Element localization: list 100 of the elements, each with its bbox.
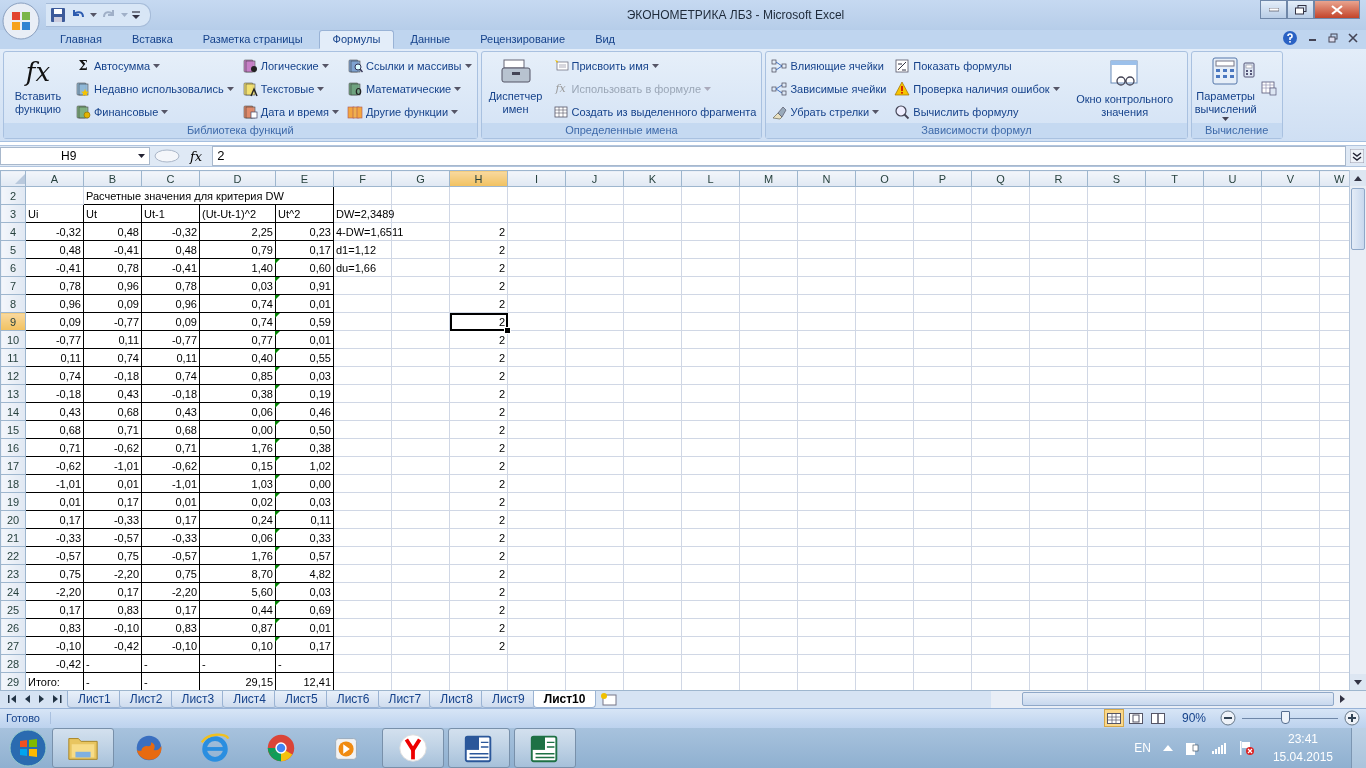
- column-header[interactable]: Q: [971, 170, 1030, 187]
- column-header[interactable]: G: [391, 170, 450, 187]
- sheet-tab[interactable]: Лист5: [274, 691, 329, 708]
- column-header[interactable]: M: [739, 170, 798, 187]
- formula-field[interactable]: 2: [212, 146, 1346, 167]
- maximize-button[interactable]: [1287, 0, 1314, 19]
- ribbon-button[interactable]: Текстовые: [239, 79, 341, 98]
- scroll-down-icon[interactable]: [1354, 679, 1362, 685]
- column-header[interactable]: S: [1087, 170, 1146, 187]
- column-header[interactable]: A: [25, 170, 84, 187]
- next-sheet-icon[interactable]: [39, 695, 45, 704]
- scroll-right-icon[interactable]: [1340, 695, 1346, 704]
- sheet-tab[interactable]: Лист4: [222, 691, 277, 708]
- column-header[interactable]: E: [275, 170, 334, 187]
- table-cell-text: -: [144, 674, 148, 690]
- ribbon-button[interactable]: Зависимые ячейки: [769, 79, 889, 98]
- column-header[interactable]: D: [199, 170, 276, 187]
- horizontal-scrollbar[interactable]: [991, 691, 1366, 708]
- column-header[interactable]: I: [507, 170, 566, 187]
- restore-icon[interactable]: [1328, 33, 1338, 43]
- ribbon-tab[interactable]: Рецензирование: [466, 30, 580, 49]
- close-button[interactable]: [1314, 0, 1360, 19]
- caret-icon[interactable]: [90, 12, 97, 18]
- fill-handle[interactable]: [504, 326, 511, 334]
- ribbon-button[interactable]: Другие функции: [344, 102, 474, 121]
- column-header[interactable]: B: [83, 170, 142, 187]
- taskbar-app[interactable]: [448, 728, 510, 768]
- sheet-tab[interactable]: Лист1: [67, 691, 122, 708]
- ribbon-tab[interactable]: Главная: [46, 30, 116, 49]
- ribbon-button[interactable]: Дата и время: [239, 102, 341, 121]
- last-sheet-icon[interactable]: [53, 695, 62, 704]
- sheet-tab[interactable]: Лист10: [532, 691, 597, 708]
- group-label: Зависимости формул: [766, 123, 1187, 138]
- ribbon-button[interactable]: Вычислить формулу: [892, 102, 1062, 121]
- ribbon-tab[interactable]: Данные: [396, 30, 465, 49]
- ribbon-button[interactable]: Проверка наличия ошибок: [892, 79, 1062, 98]
- column-header[interactable]: P: [913, 170, 972, 187]
- zoom-in-icon[interactable]: [1344, 710, 1360, 727]
- ribbon-button[interactable]: Диспетчер имен: [484, 54, 547, 123]
- ribbon-button[interactable]: fx Вставить функцию: [7, 54, 69, 123]
- taskbar-app[interactable]: [514, 728, 576, 768]
- flag-error-icon[interactable]: [1238, 740, 1255, 756]
- ribbon-button[interactable]: Присвоить имя: [550, 56, 759, 75]
- power-plug-icon[interactable]: [1184, 740, 1199, 756]
- ribbon-button[interactable]: Убрать стрелки: [769, 102, 889, 121]
- zoom-out-icon[interactable]: [1220, 710, 1236, 727]
- scroll-thumb[interactable]: [1022, 692, 1334, 707]
- zoom-level[interactable]: 90%: [1173, 711, 1214, 726]
- ribbon-button[interactable]: Логические: [239, 56, 341, 75]
- table-cell-text: Ut-1: [144, 206, 165, 222]
- sheet-tab[interactable]: Лист2: [118, 691, 174, 708]
- first-sheet-icon[interactable]: [8, 695, 17, 704]
- ribbon-button[interactable]: Влияющие ячейки: [769, 56, 889, 75]
- column-header[interactable]: F: [333, 170, 392, 187]
- ribbon-tab[interactable]: Формулы: [318, 30, 395, 49]
- column-header[interactable]: J: [565, 170, 624, 187]
- ribbon-button[interactable]: Математические: [344, 79, 474, 98]
- taskbar-app[interactable]: [382, 728, 444, 768]
- column-header[interactable]: T: [1145, 170, 1204, 187]
- scroll-thumb[interactable]: [1351, 188, 1365, 251]
- name-box[interactable]: H9: [0, 147, 150, 166]
- table-cell-text: -0,33: [55, 530, 81, 546]
- customize-icon[interactable]: [132, 11, 140, 19]
- table-cell-text: 0,02: [251, 494, 273, 510]
- column-header[interactable]: R: [1029, 170, 1088, 187]
- column-header[interactable]: O: [855, 170, 914, 187]
- insert-function-button[interactable]: fx: [184, 148, 209, 164]
- scroll-up-icon[interactable]: [1354, 175, 1362, 181]
- ribbon-button[interactable]: Ссылки и массивы: [344, 56, 474, 75]
- column-header[interactable]: U: [1203, 170, 1262, 187]
- normal-view-button[interactable]: [1103, 709, 1124, 728]
- close-icon[interactable]: [1348, 33, 1358, 43]
- ribbon-button[interactable]: Σ Автосумма: [73, 56, 236, 75]
- ribbon-tab[interactable]: Вид: [581, 30, 630, 49]
- sheet-tab[interactable]: Лист6: [325, 691, 381, 708]
- expand-icon[interactable]: [1350, 149, 1364, 164]
- column-header[interactable]: K: [623, 170, 682, 187]
- ribbon-tab[interactable]: Разметка страницы: [188, 30, 317, 49]
- column-header[interactable]: W: [1319, 170, 1349, 187]
- sheet-tab[interactable]: Лист9: [481, 691, 536, 708]
- save-icon[interactable]: [50, 7, 66, 23]
- table-cell-text: Итого:: [28, 674, 60, 690]
- table-cell-text: 0,19: [309, 386, 331, 402]
- ribbon-button[interactable]: Окно контрольного значения: [1065, 54, 1184, 123]
- zoom-slider-thumb[interactable]: [1281, 710, 1291, 724]
- ribbon-button[interactable]: Создать из выделенного фрагмента: [550, 102, 759, 121]
- column-header[interactable]: V: [1261, 170, 1320, 187]
- column-header[interactable]: L: [681, 170, 740, 187]
- ribbon-button[interactable]: Финансовые: [73, 102, 236, 121]
- ribbon-button[interactable]: Недавно использовались: [73, 79, 236, 98]
- column-header[interactable]: C: [141, 170, 200, 187]
- help-icon[interactable]: [1282, 30, 1298, 46]
- previous-sheet-icon[interactable]: [25, 695, 31, 704]
- column-header[interactable]: N: [797, 170, 856, 187]
- ribbon-button[interactable]: Показать формулы: [892, 56, 1062, 75]
- ribbon-tab[interactable]: Вставка: [117, 30, 187, 49]
- start-button[interactable]: [8, 728, 48, 768]
- vertical-scrollbar[interactable]: [1349, 170, 1366, 691]
- column-header[interactable]: H: [449, 170, 508, 187]
- sheet-tab[interactable]: Лист8: [429, 691, 484, 708]
